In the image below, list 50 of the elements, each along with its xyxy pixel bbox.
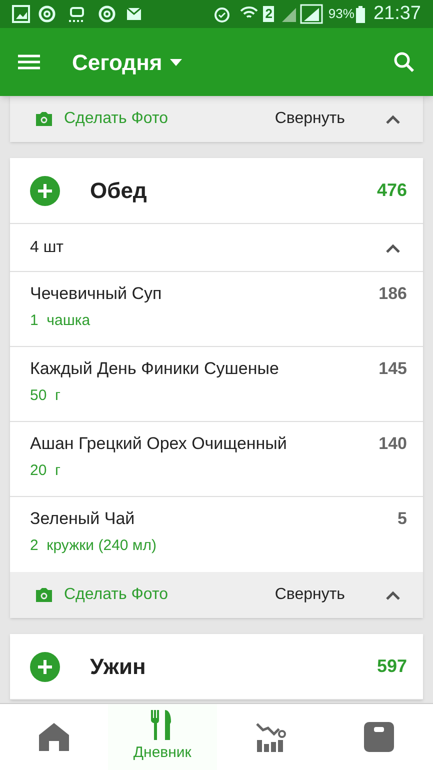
food-name: Ашан Грецкий Орех Очищенный bbox=[30, 433, 287, 455]
food-row[interactable]: Ашан Грецкий Орех Очищенный 20 г 140 bbox=[10, 422, 423, 497]
food-row[interactable]: Зеленый Чай 2 кружки (240 мл) 5 bbox=[10, 497, 423, 572]
at-sign-icon bbox=[98, 5, 116, 23]
collapse-link[interactable]: Свернуть bbox=[274, 583, 345, 607]
nav-label: Дневник bbox=[133, 742, 192, 763]
food-amount: 50 г bbox=[30, 386, 62, 406]
collapse-link[interactable]: Свернуть bbox=[274, 107, 345, 131]
date-dropdown[interactable]: Сегодня bbox=[72, 46, 182, 78]
alarm-icon bbox=[213, 5, 232, 23]
home-icon bbox=[39, 723, 70, 751]
device-icon bbox=[68, 5, 86, 23]
search-icon[interactable] bbox=[393, 51, 415, 73]
menu-icon[interactable] bbox=[18, 54, 40, 70]
food-name: Каждый День Финики Сушеные bbox=[30, 358, 279, 380]
at-sign-icon bbox=[38, 5, 56, 23]
meal-calories: 597 bbox=[376, 655, 407, 678]
camera-icon bbox=[34, 111, 54, 127]
meal-calories: 476 bbox=[376, 179, 407, 202]
food-name: Зеленый Чай bbox=[30, 508, 136, 530]
fork-knife-icon bbox=[151, 710, 174, 740]
camera-icon bbox=[34, 587, 54, 603]
add-icon[interactable] bbox=[30, 652, 60, 682]
food-amount: 20 г bbox=[30, 461, 62, 481]
mail-icon bbox=[126, 7, 142, 21]
clock: 21:37 bbox=[373, 2, 421, 26]
food-calories: 5 bbox=[398, 508, 407, 530]
food-name: Чечевичный Суп bbox=[30, 283, 162, 305]
add-icon[interactable] bbox=[30, 176, 60, 206]
food-row[interactable]: Каждый День Финики Сушеные 50 г 145 bbox=[10, 347, 423, 422]
food-amount: 2 кружки (240 мл) bbox=[30, 536, 156, 556]
scale-icon bbox=[364, 722, 394, 752]
food-calories: 186 bbox=[378, 283, 407, 305]
image-icon bbox=[12, 5, 30, 23]
chevron-up-icon[interactable] bbox=[385, 242, 401, 252]
chart-icon bbox=[256, 722, 286, 752]
chevron-up-icon[interactable] bbox=[385, 590, 401, 600]
battery-icon bbox=[356, 6, 366, 22]
battery-percent: 93% bbox=[328, 5, 354, 24]
food-calories: 145 bbox=[378, 358, 407, 380]
food-calories: 140 bbox=[378, 433, 407, 455]
item-count: 4 шт bbox=[30, 238, 64, 258]
sim-badge: 2 bbox=[263, 6, 274, 22]
meal-title: Ужин bbox=[90, 653, 146, 681]
dropdown-arrow-icon bbox=[170, 58, 182, 66]
food-row[interactable]: Чечевичный Суп 1 чашка 186 bbox=[10, 272, 423, 347]
chevron-up-icon[interactable] bbox=[385, 114, 401, 124]
meal-title: Обед bbox=[90, 177, 147, 205]
food-amount: 1 чашка bbox=[30, 311, 92, 331]
signal-icon bbox=[280, 4, 324, 24]
